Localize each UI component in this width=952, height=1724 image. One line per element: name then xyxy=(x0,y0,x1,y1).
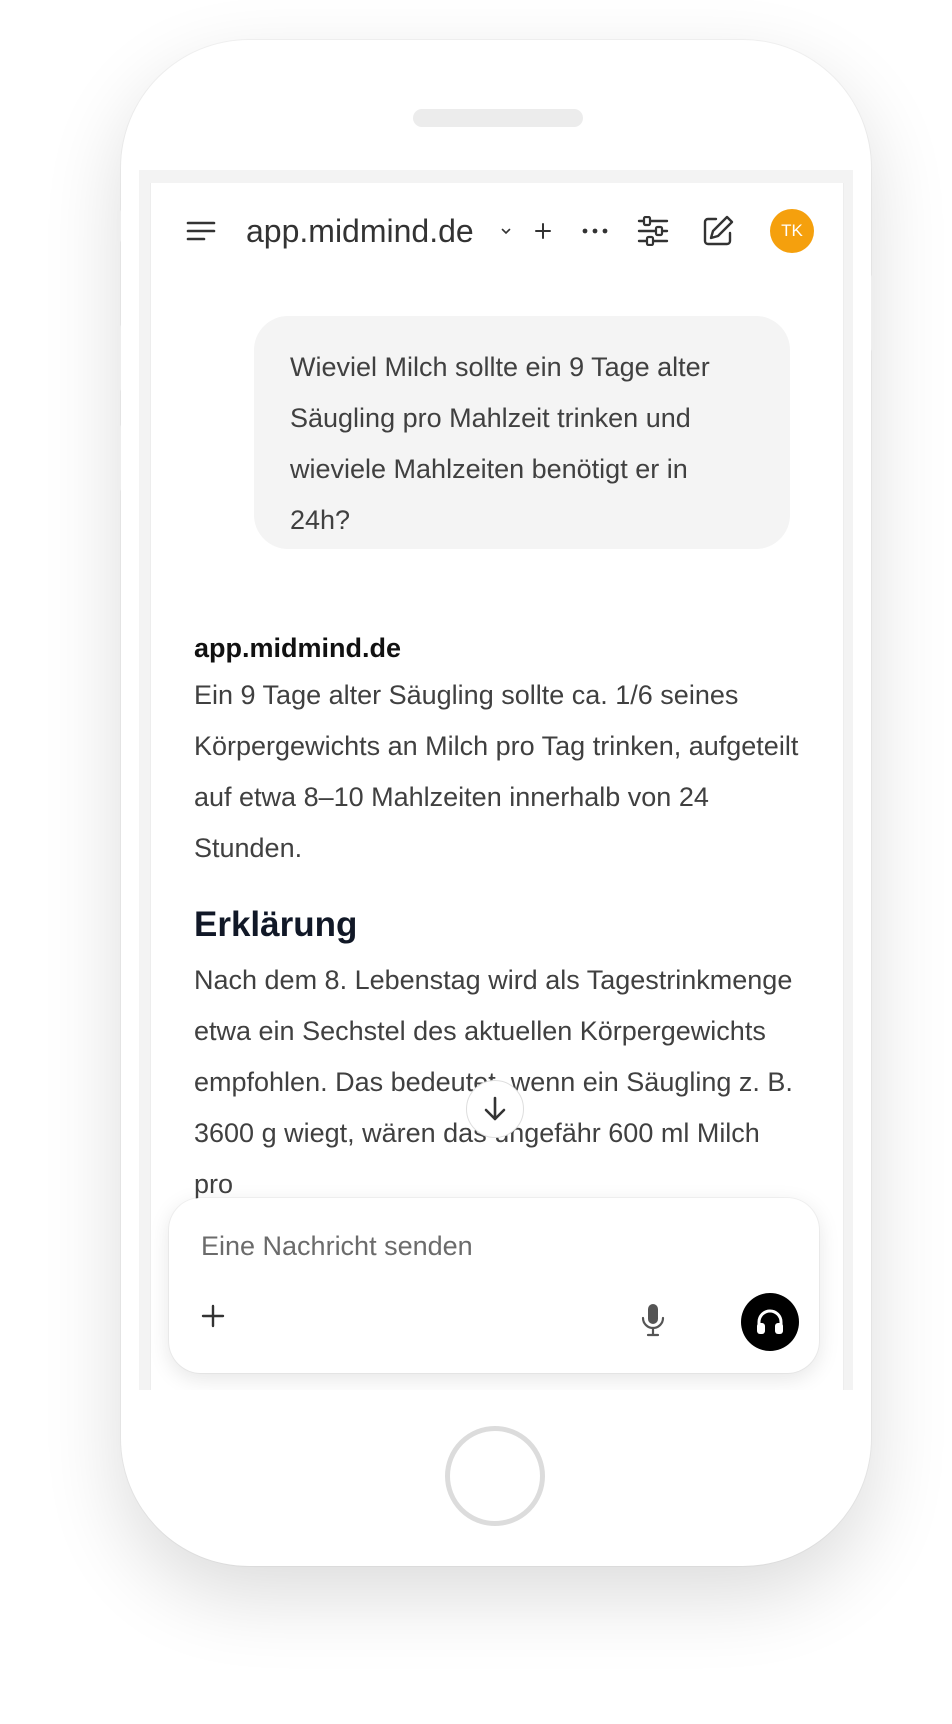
assistant-name: app.midmind.de xyxy=(194,633,402,663)
arrow-down-icon xyxy=(484,1096,506,1121)
user-message-bubble: Wieviel Milch sollte ein 9 Tage alter Sä… xyxy=(254,316,790,549)
new-chat-button[interactable] xyxy=(695,209,741,253)
phone-home-button xyxy=(445,1426,545,1526)
chevron-down-icon xyxy=(501,228,511,235)
plus-icon xyxy=(535,223,551,239)
menu-button[interactable] xyxy=(181,211,221,251)
avatar[interactable]: TK xyxy=(770,209,814,253)
attach-button[interactable] xyxy=(195,1298,231,1334)
message-composer xyxy=(169,1198,819,1373)
site-title[interactable]: app.midmind.de xyxy=(246,211,474,251)
scroll-down-button[interactable] xyxy=(466,1080,524,1138)
phone-side-button xyxy=(117,210,121,242)
more-options-button[interactable] xyxy=(575,215,615,247)
assistant-answer: Ein 9 Tage alter Säugling sollte ca. 1/6… xyxy=(194,680,799,863)
more-icon xyxy=(582,228,608,234)
top-bar: app.midmind.de TK xyxy=(151,183,843,279)
app-screen: app.midmind.de TK Wieviel Milch sollte e… xyxy=(150,183,844,1390)
answer-heading: Erklärung xyxy=(194,905,358,944)
menu-icon xyxy=(186,221,216,241)
voice-mode-button[interactable] xyxy=(741,1293,799,1351)
message-input[interactable] xyxy=(201,1226,761,1266)
add-model-button[interactable] xyxy=(527,215,559,247)
phone-side-button xyxy=(117,325,121,391)
sliders-icon xyxy=(637,216,669,246)
settings-controls-button[interactable] xyxy=(631,209,675,253)
model-dropdown-button[interactable] xyxy=(497,221,515,241)
edit-icon xyxy=(703,215,734,246)
phone-side-button xyxy=(871,275,875,351)
phone-speaker xyxy=(413,109,583,127)
mic-icon xyxy=(641,1304,665,1337)
plus-icon xyxy=(201,1304,225,1328)
voice-input-button[interactable] xyxy=(633,1298,673,1342)
phone-side-button xyxy=(117,425,121,491)
headphones-icon xyxy=(757,1309,783,1334)
